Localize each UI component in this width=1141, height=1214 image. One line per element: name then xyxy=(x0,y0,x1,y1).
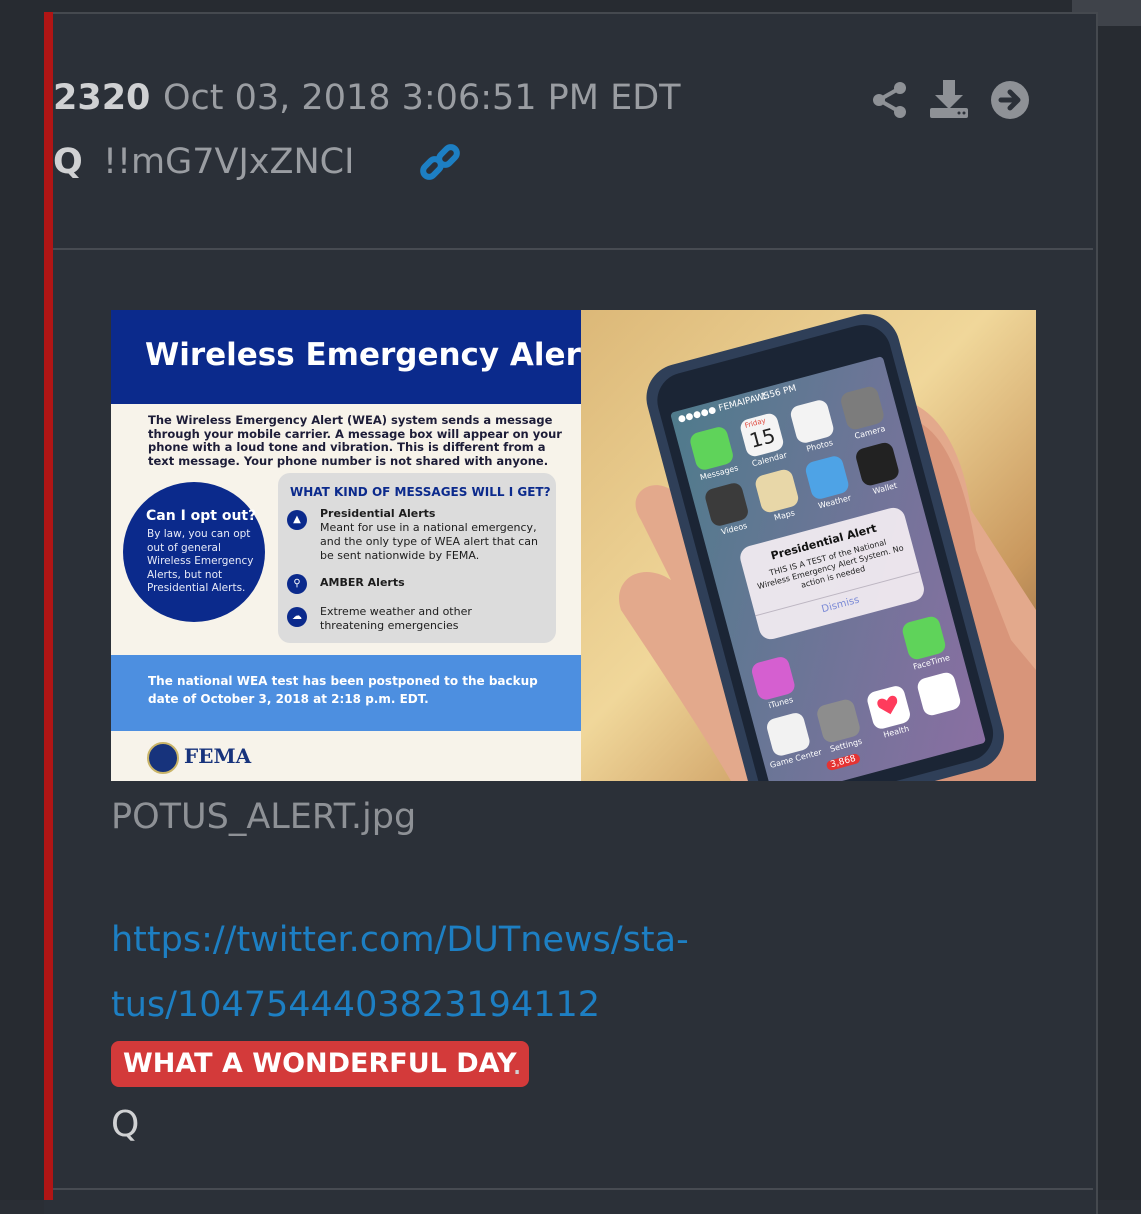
download-icon[interactable] xyxy=(928,78,970,120)
highlight-period: . xyxy=(512,1044,523,1082)
app-label: Wallet xyxy=(871,480,899,497)
highlight-badge: WHAT A WONDERFUL DAY xyxy=(111,1041,529,1087)
app-label: Maps xyxy=(773,508,796,523)
phone-screen: ●●●●● FEMAIPAWS 1:56 PM Friday 15 Messag… xyxy=(581,310,1036,781)
message-item: Extreme weather and other threatening em… xyxy=(320,605,480,633)
app-label: Messages xyxy=(699,463,740,483)
post-accent-bar xyxy=(44,12,53,1200)
infographic-panel: Wireless Emergency Alert The Wireless Em… xyxy=(111,310,596,781)
message-title: Presidential Alerts xyxy=(320,507,436,520)
infographic-intro: The Wireless Emergency Alert (WEA) syste… xyxy=(148,413,562,468)
post-header xyxy=(53,14,1093,250)
app-label: Game Center xyxy=(768,747,823,770)
warning-icon: ▲ xyxy=(287,510,307,530)
message-body: Meant for use in a national emergency, a… xyxy=(320,521,539,562)
link-icon[interactable] xyxy=(418,142,462,186)
post-signature: Q xyxy=(111,1104,140,1145)
magnifier-icon: ⚲ xyxy=(287,574,307,594)
storm-icon: ☁ xyxy=(287,607,307,627)
fema-logo: FEMA xyxy=(184,744,252,768)
author-tripcode: !!mG7VJxZNCI xyxy=(103,142,355,182)
post-divider xyxy=(53,1188,1093,1190)
phone-photo: ●●●●● FEMAIPAWS 1:56 PM Friday 15 Messag… xyxy=(581,310,1036,781)
phone-status-time: 1:56 PM xyxy=(759,383,798,403)
tweet-link[interactable]: https://twitter.com/DUTnews/sta- tus/104… xyxy=(111,908,751,1038)
app-label: Settings xyxy=(829,736,864,754)
message-title: AMBER Alerts xyxy=(320,576,405,589)
opt-out-title: Can I opt out? xyxy=(146,508,257,524)
calendar-date: 15 xyxy=(746,423,778,453)
app-label: Camera xyxy=(853,424,887,441)
post-date: Oct 03, 2018 3:06:51 PM EDT xyxy=(163,78,681,118)
image-filename[interactable]: POTUS_ALERT.jpg xyxy=(111,797,416,837)
app-label: FaceTime xyxy=(912,653,951,672)
tweet-link-line-1[interactable]: https://twitter.com/DUTnews/sta- xyxy=(111,920,689,960)
arrow-right-circle-icon[interactable] xyxy=(990,80,1030,120)
infographic-title: Wireless Emergency Alert xyxy=(145,337,596,373)
author-name: Q xyxy=(53,142,83,182)
share-icon[interactable] xyxy=(870,80,910,120)
app-label: Health xyxy=(882,724,911,740)
messages-heading: WHAT KIND OF MESSAGES WILL I GET? xyxy=(290,485,551,499)
test-notice: The national WEA test has been postponed… xyxy=(148,674,538,706)
notification-badge: 3,868 xyxy=(825,752,861,772)
message-item: AMBER Alerts xyxy=(320,576,550,590)
message-title: Extreme weather and other threatening em… xyxy=(320,605,472,632)
app-label: Weather xyxy=(817,493,853,511)
post-image[interactable]: Wireless Emergency Alert The Wireless Em… xyxy=(111,310,1036,781)
tweet-link-line-2[interactable]: tus/1047544403823194112 xyxy=(111,985,600,1025)
app-label: Photos xyxy=(805,438,834,454)
app-label: iTunes xyxy=(767,695,795,711)
opt-out-body: By law, you can opt out of general Wirel… xyxy=(147,528,254,594)
app-label: Videos xyxy=(720,521,749,537)
dhs-seal-icon xyxy=(147,742,179,774)
post-number: 2320 xyxy=(53,78,151,118)
message-item: Presidential Alerts Meant for use in a n… xyxy=(320,507,550,563)
